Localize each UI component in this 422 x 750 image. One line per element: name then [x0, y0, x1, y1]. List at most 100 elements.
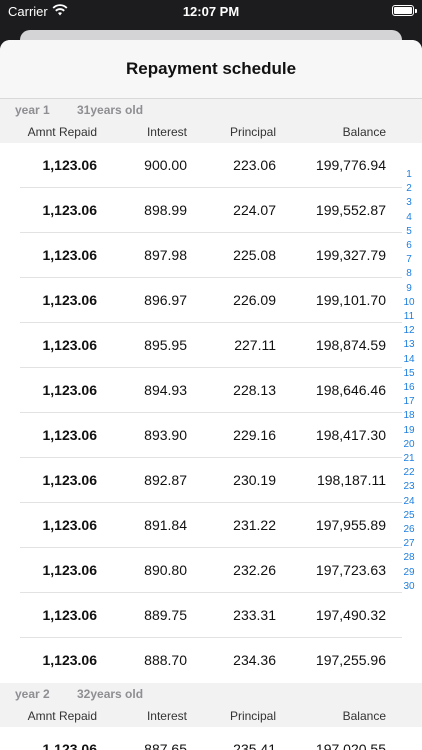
balance-cell: 198,417.30: [315, 427, 386, 443]
index-item[interactable]: 12: [403, 324, 414, 338]
index-item[interactable]: 23: [403, 480, 414, 494]
battery-icon: [392, 5, 417, 16]
interest-cell: 893.90: [144, 427, 187, 443]
index-item[interactable]: 13: [403, 338, 414, 352]
index-item[interactable]: 28: [403, 551, 414, 565]
index-item[interactable]: 24: [403, 495, 414, 509]
column-amount-repaid: Amnt Repaid: [27, 709, 97, 723]
amount-repaid-cell: 1,123.06: [42, 472, 98, 488]
interest-cell: 891.84: [144, 517, 187, 533]
index-item[interactable]: 26: [403, 523, 414, 537]
interest-cell: 898.99: [144, 202, 187, 218]
table-row[interactable]: 1,123.06 895.95 227.11 198,874.59: [0, 323, 422, 368]
principal-cell: 230.19: [233, 472, 276, 488]
balance-cell: 197,723.63: [315, 562, 386, 578]
index-item[interactable]: 22: [403, 466, 414, 480]
index-item[interactable]: 1: [406, 168, 412, 182]
amount-repaid-cell: 1,123.06: [42, 741, 98, 750]
amount-repaid-cell: 1,123.06: [42, 247, 98, 263]
amount-repaid-cell: 1,123.06: [42, 382, 98, 398]
principal-cell: 226.09: [233, 292, 276, 308]
amount-repaid-cell: 1,123.06: [42, 292, 98, 308]
principal-cell: 231.22: [233, 517, 276, 533]
principal-cell: 228.13: [233, 382, 276, 398]
index-item[interactable]: 16: [403, 381, 414, 395]
balance-cell: 198,646.46: [315, 382, 386, 398]
balance-cell: 197,020.55: [315, 741, 386, 750]
index-item[interactable]: 6: [406, 239, 412, 253]
amount-repaid-cell: 1,123.06: [42, 157, 98, 173]
principal-cell: 234.36: [233, 652, 276, 668]
balance-cell: 198,187.11: [316, 472, 386, 488]
interest-cell: 890.80: [144, 562, 187, 578]
table-row[interactable]: 1,123.06 900.00 223.06 199,776.94: [0, 143, 422, 188]
index-item[interactable]: 21: [403, 452, 414, 466]
age-label: 31years old: [77, 103, 144, 117]
index-item[interactable]: 3: [406, 196, 412, 210]
balance-cell: 198,874.59: [315, 337, 386, 353]
column-interest: Interest: [146, 709, 187, 723]
table-row[interactable]: 1,123.06 887.65 235.41 197,020.55: [0, 727, 422, 750]
table-row[interactable]: 1,123.06 897.98 225.08 199,327.79: [0, 233, 422, 278]
index-item[interactable]: 15: [403, 367, 414, 381]
table-row[interactable]: 1,123.06 894.93 228.13 198,646.46: [0, 368, 422, 413]
interest-cell: 887.65: [144, 741, 187, 750]
interest-cell: 894.93: [144, 382, 187, 398]
status-bar: Carrier 12:07 PM: [0, 0, 422, 24]
index-item[interactable]: 25: [403, 509, 414, 523]
column-balance: Balance: [342, 709, 386, 723]
index-item[interactable]: 8: [406, 267, 412, 281]
index-item[interactable]: 4: [406, 211, 412, 225]
column-amount-repaid: Amnt Repaid: [27, 125, 97, 139]
principal-cell: 223.06: [233, 157, 276, 173]
amount-repaid-cell: 1,123.06: [42, 427, 98, 443]
index-item[interactable]: 14: [403, 353, 414, 367]
schedule-table[interactable]: year 1 31years old Amnt Repaid Interest Prin…: [0, 99, 422, 750]
index-item[interactable]: 7: [406, 253, 412, 267]
index-item[interactable]: 19: [403, 424, 414, 438]
index-item[interactable]: 30: [403, 580, 414, 594]
table-row[interactable]: 1,123.06 889.75 233.31 197,490.32: [0, 593, 422, 638]
table-row[interactable]: 1,123.06 891.84 231.22 197,955.89: [0, 503, 422, 548]
principal-cell: 227.11: [234, 337, 276, 353]
amount-repaid-cell: 1,123.06: [42, 652, 98, 668]
interest-cell: 895.95: [144, 337, 187, 353]
clock: 12:07 PM: [182, 4, 240, 19]
column-principal: Principal: [229, 709, 276, 723]
index-item[interactable]: 10: [403, 296, 414, 310]
principal-cell: 232.26: [233, 562, 276, 578]
principal-cell: 225.08: [233, 247, 276, 263]
interest-cell: 889.75: [144, 607, 187, 623]
table-row[interactable]: 1,123.06 896.97 226.09 199,101.70: [0, 278, 422, 323]
interest-cell: 897.98: [144, 247, 187, 263]
balance-cell: 199,327.79: [315, 247, 386, 263]
table-row[interactable]: 1,123.06 890.80 232.26 197,723.63: [0, 548, 422, 593]
index-item[interactable]: 20: [403, 438, 414, 452]
section-index[interactable]: 1 2 3 4 5 6 7 8 9 10 11 12 13 14 15 16 17 18 19 20 21 22 23 24 2…: [400, 168, 418, 594]
amount-repaid-cell: 1,123.06: [42, 562, 98, 578]
table-row[interactable]: 1,123.06 892.87 230.19 198,187.11: [0, 458, 422, 503]
column-header: Amnt Repaid Interest Principal Balance: [0, 705, 422, 727]
index-item[interactable]: 29: [403, 566, 414, 580]
index-item[interactable]: 2: [406, 182, 412, 196]
table-row[interactable]: 1,123.06 898.99 224.07 199,552.87: [0, 188, 422, 233]
principal-cell: 224.07: [233, 202, 276, 218]
index-item[interactable]: 17: [403, 395, 414, 409]
column-principal: Principal: [229, 125, 276, 139]
table-row[interactable]: 1,123.06 893.90 229.16 198,417.30: [0, 413, 422, 458]
principal-cell: 235.41: [233, 741, 276, 750]
balance-cell: 199,776.94: [315, 157, 386, 173]
principal-cell: 229.16: [233, 427, 276, 443]
index-item[interactable]: 11: [404, 310, 414, 324]
table-row[interactable]: 1,123.06 888.70 234.36 197,255.96: [0, 638, 422, 683]
amount-repaid-cell: 1,123.06: [42, 202, 98, 218]
index-item[interactable]: 27: [403, 537, 414, 551]
index-item[interactable]: 9: [406, 282, 412, 296]
interest-cell: 900.00: [144, 157, 187, 173]
year-label: year 2: [15, 687, 50, 701]
amount-repaid-cell: 1,123.06: [42, 607, 98, 623]
navigation-bar: Repayment schedule: [0, 40, 422, 99]
column-balance: Balance: [342, 125, 386, 139]
index-item[interactable]: 5: [406, 225, 412, 239]
index-item[interactable]: 18: [403, 409, 414, 423]
